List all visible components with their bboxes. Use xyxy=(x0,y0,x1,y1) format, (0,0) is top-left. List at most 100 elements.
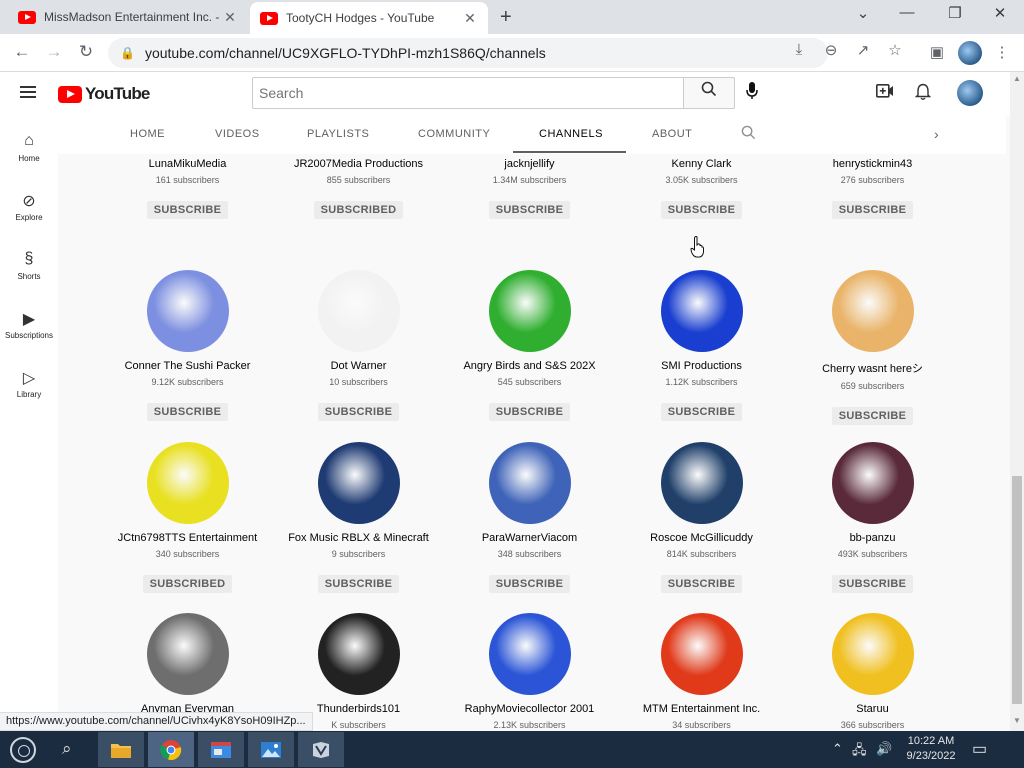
channel-avatar[interactable] xyxy=(660,270,743,352)
channel-card[interactable]: Fox Music RBLX & Minecraft 9 subscribers S… xyxy=(273,442,444,593)
channel-name[interactable]: Cherry wasnt hereシ xyxy=(787,360,958,376)
channel-avatar[interactable] xyxy=(831,442,914,524)
channel-name[interactable]: Conner The Sushi Packer xyxy=(102,360,273,372)
channel-card[interactable]: RaphyMoviecollector 2001 2.13K subscriber… xyxy=(444,613,615,730)
tab-search-chevron-icon[interactable]: ⌄ xyxy=(851,4,875,22)
browser-tab-missmadson[interactable]: MissMadson Entertainment Inc. - ✕ xyxy=(8,0,248,34)
taskbar-file-explorer[interactable] xyxy=(98,732,144,767)
channel-card[interactable]: Staruu 366 subscribers xyxy=(787,613,958,730)
channel-search-icon[interactable] xyxy=(741,125,756,144)
zoom-icon[interactable]: ⊖ xyxy=(820,41,842,59)
subscribe-button[interactable]: SUBSCRIBE xyxy=(146,201,229,219)
channel-avatar[interactable] xyxy=(831,613,914,695)
tray-chevron-up-icon[interactable]: ⌃ xyxy=(832,741,843,757)
subscribe-button[interactable]: SUBSCRIBE xyxy=(146,403,229,421)
channel-card[interactable]: bb-panzu 493K subscribers SUBSCRIBE xyxy=(787,442,958,593)
youtube-logo[interactable]: YouTube xyxy=(58,84,150,104)
network-icon[interactable]: 🖧 xyxy=(852,741,867,763)
more-menu-icon[interactable]: ⋮ xyxy=(991,43,1013,61)
channel-name[interactable]: LunaMikuMedia xyxy=(102,158,273,170)
account-avatar[interactable] xyxy=(957,80,983,106)
taskbar-app-3[interactable] xyxy=(198,732,244,767)
channel-card[interactable]: Cherry wasnt hereシ 659 subscribers SUBSCRI… xyxy=(787,270,958,425)
channel-name[interactable]: RaphyMoviecollector 2001 xyxy=(444,703,615,715)
channel-card[interactable]: Conner The Sushi Packer 9.12K subscribers… xyxy=(102,270,273,421)
channel-avatar[interactable] xyxy=(317,613,400,695)
channel-name[interactable]: Staruu xyxy=(787,703,958,715)
channel-name[interactable]: Kenny Clark xyxy=(616,158,787,170)
bookmark-star-icon[interactable]: ☆ xyxy=(884,41,906,59)
subscribe-button[interactable]: SUBSCRIBE xyxy=(488,575,571,593)
search-button[interactable] xyxy=(683,77,735,109)
profile-avatar[interactable] xyxy=(958,41,982,65)
scroll-up-arrow-icon[interactable]: ▲ xyxy=(1013,74,1021,83)
channel-name[interactable]: ParaWarnerViacom xyxy=(444,532,615,544)
search-input[interactable] xyxy=(252,77,684,109)
restore-icon[interactable]: ❐ xyxy=(943,4,967,22)
subscribe-button[interactable]: SUBSCRIBE xyxy=(831,407,914,425)
channel-card[interactable]: Anyman Everyman xyxy=(102,613,273,720)
tab-channels[interactable]: CHANNELS xyxy=(539,128,603,140)
new-tab-icon[interactable]: + xyxy=(500,6,512,29)
share-icon[interactable]: ↗ xyxy=(852,41,874,59)
subscribe-button[interactable]: SUBSCRIBE xyxy=(831,575,914,593)
channel-card[interactable]: Angry Birds and S&S 202X 545 subscribers S… xyxy=(444,270,615,421)
close-window-icon[interactable]: ✕ xyxy=(988,4,1012,22)
tab-home[interactable]: HOME xyxy=(130,128,165,140)
channel-card[interactable]: ParaWarnerViacom 348 subscribers SUBSCRIBE xyxy=(444,442,615,593)
hamburger-menu-icon[interactable] xyxy=(20,86,36,98)
channel-name[interactable]: JCtn6798TTS Entertainment xyxy=(102,532,273,544)
install-icon[interactable]: ⤓ xyxy=(788,41,810,58)
tab-community[interactable]: COMMUNITY xyxy=(418,128,490,140)
channel-card[interactable]: Dot Warner 10 subscribers SUBSCRIBE xyxy=(273,270,444,421)
subscribe-button[interactable]: SUBSCRIBE xyxy=(317,575,400,593)
tab-about[interactable]: ABOUT xyxy=(652,128,692,140)
tab-playlists[interactable]: PLAYLISTS xyxy=(307,128,369,140)
subscribe-button[interactable]: SUBSCRIBE xyxy=(488,201,571,219)
microphone-icon[interactable] xyxy=(746,82,758,105)
subscribe-button[interactable]: SUBSCRIBE xyxy=(660,201,743,219)
channel-name[interactable]: Roscoe McGillicuddy xyxy=(616,532,787,544)
channel-avatar[interactable] xyxy=(317,442,400,524)
side-panel-icon[interactable]: ▣ xyxy=(926,43,948,61)
channel-avatar[interactable] xyxy=(488,442,571,524)
forward-icon[interactable]: → xyxy=(42,42,66,62)
channel-avatar[interactable] xyxy=(660,613,743,695)
notifications-icon[interactable]: ▭ xyxy=(972,739,987,759)
guide-item-home[interactable]: ⌂ Home xyxy=(0,132,58,163)
tab-videos[interactable]: VIDEOS xyxy=(215,128,260,140)
subscribed-button[interactable]: SUBSCRIBED xyxy=(313,201,404,219)
taskbar-photos[interactable] xyxy=(248,732,294,767)
channel-card[interactable]: SMI Productions 1.12K subscribers SUBSCRIB… xyxy=(616,270,787,421)
channel-avatar[interactable] xyxy=(831,270,914,352)
tab-close-icon[interactable]: ✕ xyxy=(462,10,478,27)
guide-item-shorts[interactable]: § Shorts xyxy=(0,250,58,281)
channel-avatar[interactable] xyxy=(146,270,229,352)
channel-avatar[interactable] xyxy=(488,613,571,695)
taskbar-chrome[interactable] xyxy=(148,732,194,767)
subscribe-button[interactable]: SUBSCRIBE xyxy=(660,575,743,593)
channel-name[interactable]: jacknjellify xyxy=(444,158,615,170)
subscribe-button[interactable]: SUBSCRIBE xyxy=(831,201,914,219)
guide-item-library[interactable]: ▷ Library xyxy=(0,368,58,399)
channel-avatar[interactable] xyxy=(488,270,571,352)
address-bar[interactable]: 🔒 youtube.com/channel/UC9XGFLO-TYDhPI-mz… xyxy=(108,38,902,68)
channel-avatar[interactable] xyxy=(317,270,400,352)
back-icon[interactable]: ← xyxy=(10,42,34,62)
minimize-icon[interactable]: — xyxy=(895,4,919,21)
scroll-down-arrow-icon[interactable]: ▼ xyxy=(1013,716,1021,725)
channel-name[interactable]: Fox Music RBLX & Minecraft xyxy=(273,532,444,544)
reload-icon[interactable]: ↻ xyxy=(74,42,98,62)
channel-avatar[interactable] xyxy=(146,613,229,695)
channel-name[interactable]: Dot Warner xyxy=(273,360,444,372)
channel-name[interactable]: bb-panzu xyxy=(787,532,958,544)
scrollbar-thumb[interactable] xyxy=(1012,476,1022,704)
channel-name[interactable]: JR2007Media Productions xyxy=(273,158,444,170)
channel-avatar[interactable] xyxy=(660,442,743,524)
browser-tab-tootych[interactable]: TootyCH Hodges - YouTube ✕ xyxy=(250,2,488,34)
tab-close-icon[interactable]: ✕ xyxy=(222,9,238,26)
start-button[interactable] xyxy=(10,737,36,763)
notifications-bell-icon[interactable] xyxy=(912,83,934,106)
subscribe-button[interactable]: SUBSCRIBE xyxy=(660,403,743,421)
taskbar-app-5[interactable] xyxy=(298,732,344,767)
